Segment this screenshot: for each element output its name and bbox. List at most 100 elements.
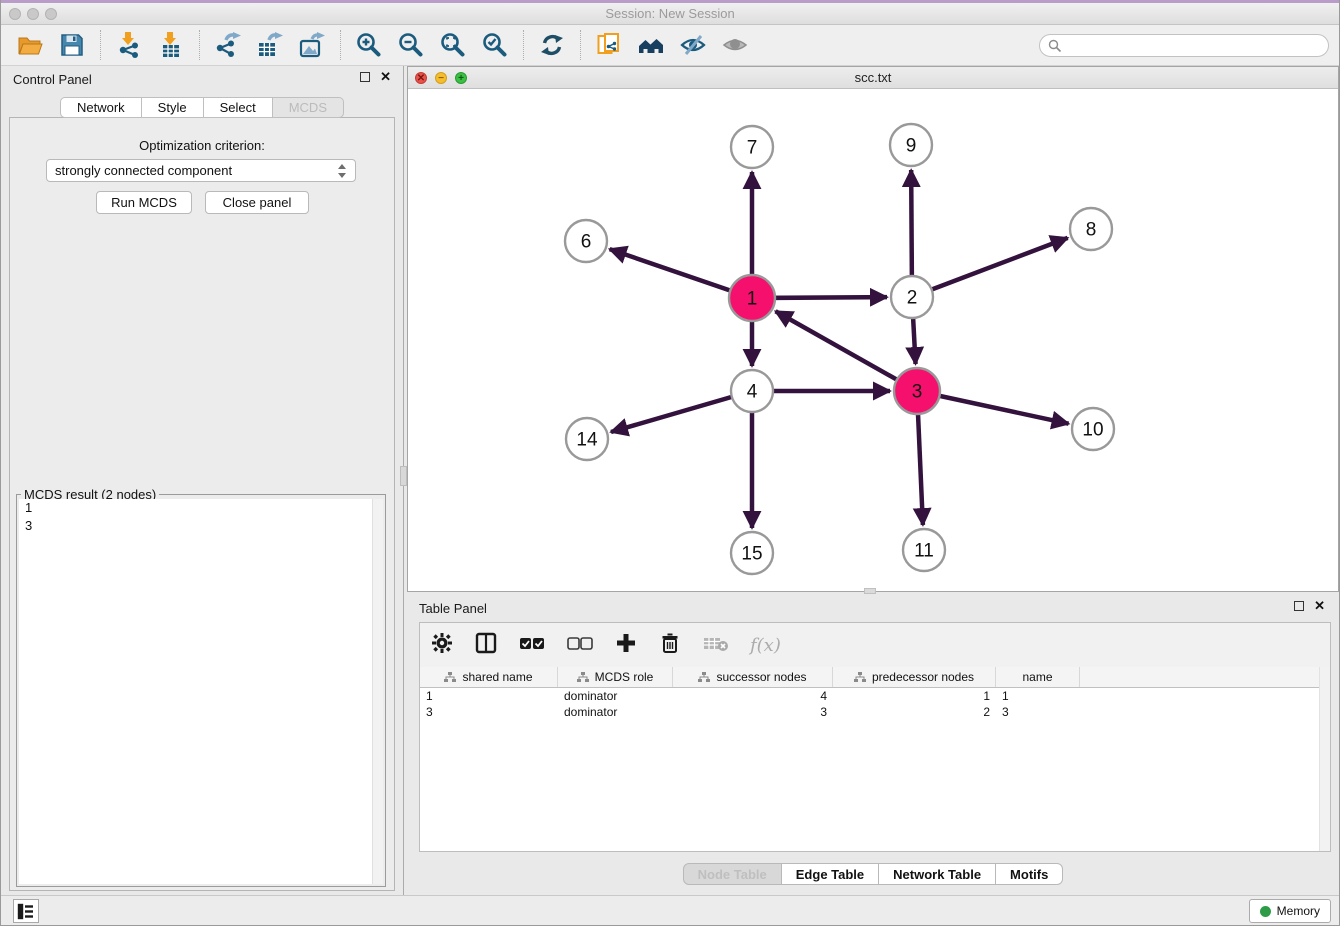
- toolbar-separator: [199, 30, 200, 60]
- function-icon: f(x): [750, 635, 781, 656]
- close-panel-icon[interactable]: ✕: [380, 72, 391, 82]
- splitter-handle[interactable]: [400, 466, 407, 486]
- tab-node-table[interactable]: Node Table: [683, 863, 782, 885]
- network-view-window: ✕ − + scc.txt 7968124314101511: [407, 66, 1339, 592]
- table-row[interactable]: 1 dominator 4 1 1: [420, 688, 1319, 704]
- cell-successor-nodes[interactable]: 3: [673, 704, 833, 720]
- mcds-result-item[interactable]: 3: [19, 517, 383, 535]
- table-row[interactable]: 3 dominator 3 2 3: [420, 704, 1319, 720]
- cell-name[interactable]: 3: [996, 704, 1080, 720]
- application-window: Session: New Session: [0, 0, 1340, 926]
- cell-mcds-role[interactable]: dominator: [558, 688, 673, 704]
- result-scrollbar[interactable]: [372, 499, 383, 884]
- zoom-selected-icon[interactable]: [480, 30, 510, 60]
- network-graph[interactable]: 7968124314101511: [408, 89, 1338, 591]
- home-icon[interactable]: [636, 30, 666, 60]
- delete-icon[interactable]: [658, 631, 682, 660]
- network-window-titlebar[interactable]: ✕ − + scc.txt: [408, 67, 1338, 89]
- table-toolbar: f(x): [420, 623, 1330, 667]
- column-header-predecessor-nodes[interactable]: predecessor nodes: [833, 667, 996, 687]
- search-input[interactable]: [1039, 34, 1329, 57]
- export-image-icon[interactable]: [297, 30, 327, 60]
- cell-predecessor-nodes[interactable]: 2: [833, 704, 996, 720]
- tree-icon: [444, 672, 456, 683]
- network-canvas[interactable]: 7968124314101511: [408, 89, 1338, 591]
- titlebar: Session: New Session: [1, 3, 1339, 25]
- float-panel-icon[interactable]: [360, 72, 370, 82]
- graph-node-label-8: 8: [1086, 220, 1097, 241]
- save-session-icon[interactable]: [57, 30, 87, 60]
- search-container: [1039, 34, 1329, 57]
- column-header-successor-nodes[interactable]: successor nodes: [673, 667, 833, 687]
- import-table-icon[interactable]: [156, 30, 186, 60]
- cell-predecessor-nodes[interactable]: 1: [833, 688, 996, 704]
- open-session-icon[interactable]: [15, 30, 45, 60]
- mcds-result-list[interactable]: 1 3: [19, 499, 383, 884]
- optimization-criterion-select[interactable]: strongly connected component: [46, 159, 356, 182]
- run-mcds-button[interactable]: Run MCDS: [96, 191, 192, 214]
- cell-mcds-role[interactable]: dominator: [558, 704, 673, 720]
- toolbar-separator: [340, 30, 341, 60]
- cell-shared-name[interactable]: 3: [420, 704, 558, 720]
- select-all-icon[interactable]: [518, 631, 546, 660]
- tab-style[interactable]: Style: [142, 97, 204, 118]
- table-scrollbar[interactable]: [1319, 667, 1330, 851]
- table-header-row: shared name MCDS role successor nodes pr…: [420, 667, 1319, 688]
- graph-edge-2-8[interactable]: [912, 238, 1068, 297]
- columns-icon[interactable]: [474, 631, 498, 660]
- chevron-updown-icon: [337, 163, 347, 179]
- memory-label: Memory: [1277, 904, 1320, 918]
- memory-button[interactable]: Memory: [1249, 899, 1331, 923]
- tab-motifs[interactable]: Motifs: [996, 863, 1063, 885]
- show-details-icon[interactable]: [720, 30, 750, 60]
- tab-network-table[interactable]: Network Table: [879, 863, 996, 885]
- column-header-name[interactable]: name: [996, 667, 1080, 687]
- memory-status-icon: [1260, 906, 1271, 917]
- graph-node-label-14: 14: [576, 430, 598, 451]
- gear-icon[interactable]: [430, 631, 454, 660]
- column-header-mcds-role[interactable]: MCDS role: [558, 667, 673, 687]
- tree-icon: [577, 672, 589, 683]
- optimization-criterion-label: Optimization criterion:: [10, 138, 394, 153]
- zoom-fit-icon[interactable]: [438, 30, 468, 60]
- graph-edge-3-1[interactable]: [776, 311, 917, 391]
- close-table-panel-icon[interactable]: ✕: [1314, 601, 1325, 611]
- task-history-button[interactable]: [13, 899, 39, 923]
- zoom-out-icon[interactable]: [396, 30, 426, 60]
- import-network-icon[interactable]: [114, 30, 144, 60]
- export-network-icon[interactable]: [213, 30, 243, 60]
- duplicate-network-icon[interactable]: [594, 30, 624, 60]
- control-panel: Control Panel ✕ Network Style Select MCD…: [1, 66, 403, 895]
- tab-mcds[interactable]: MCDS: [273, 97, 344, 118]
- graph-node-label-15: 15: [741, 544, 762, 565]
- toolbar-separator: [580, 30, 581, 60]
- export-table-icon[interactable]: [255, 30, 285, 60]
- tree-icon: [854, 672, 866, 683]
- graph-node-label-2: 2: [907, 288, 918, 309]
- mcds-result-item[interactable]: 1: [19, 499, 383, 517]
- tab-select[interactable]: Select: [204, 97, 273, 118]
- node-table: shared name MCDS role successor nodes pr…: [420, 667, 1319, 720]
- mcds-panel-content: Optimization criterion: strongly connect…: [9, 117, 395, 891]
- delete-table-icon: [702, 631, 730, 660]
- list-icon: [17, 902, 35, 920]
- tree-icon: [698, 672, 710, 683]
- add-icon[interactable]: [614, 631, 638, 660]
- hide-selected-icon[interactable]: [678, 30, 708, 60]
- close-panel-button[interactable]: Close panel: [205, 191, 309, 214]
- float-table-panel-icon[interactable]: [1294, 601, 1304, 611]
- network-window-title: scc.txt: [408, 70, 1338, 85]
- toolbar-separator: [100, 30, 101, 60]
- tab-network[interactable]: Network: [60, 97, 142, 118]
- column-header-shared-name[interactable]: shared name: [420, 667, 558, 687]
- graph-node-label-9: 9: [906, 136, 917, 157]
- cell-shared-name[interactable]: 1: [420, 688, 558, 704]
- cell-name[interactable]: 1: [996, 688, 1080, 704]
- tab-edge-table[interactable]: Edge Table: [782, 863, 879, 885]
- horizontal-splitter-handle[interactable]: [864, 588, 876, 594]
- deselect-all-icon[interactable]: [566, 631, 594, 660]
- graph-node-label-10: 10: [1082, 420, 1103, 441]
- refresh-icon[interactable]: [537, 30, 567, 60]
- cell-successor-nodes[interactable]: 4: [673, 688, 833, 704]
- zoom-in-icon[interactable]: [354, 30, 384, 60]
